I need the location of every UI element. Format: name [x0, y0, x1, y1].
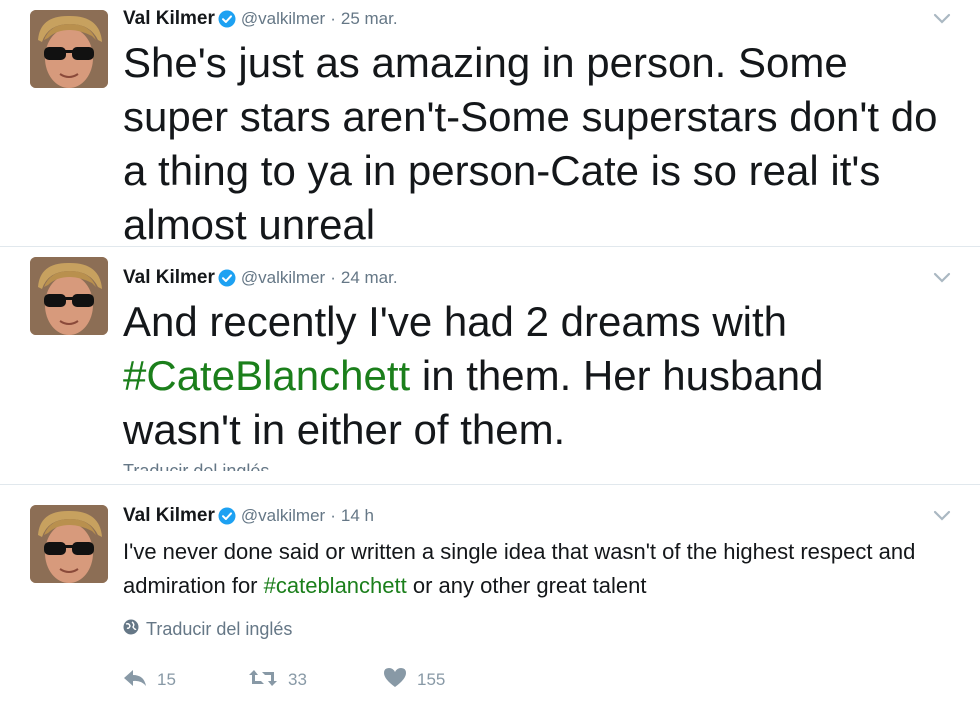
separator: · [330, 506, 336, 525]
tweet-1[interactable]: Val Kilmer @valkilmer · 25 mar. She's ju… [0, 0, 980, 240]
timestamp[interactable]: 14 h [341, 506, 374, 526]
hashtag-link[interactable]: #CateBlanchett [123, 352, 410, 399]
tweet-3[interactable]: Val Kilmer @valkilmer · 14 h I've never … [0, 484, 980, 716]
separator: · [330, 268, 336, 287]
tweet-header: Val Kilmer @valkilmer · 14 h [123, 505, 374, 527]
tweet-text: And recently I've had 2 dreams with #Cat… [123, 295, 943, 457]
verified-badge-icon [218, 507, 236, 525]
chevron-down-icon[interactable] [932, 271, 952, 285]
author-handle[interactable]: @valkilmer [241, 9, 325, 29]
translate-link-partial[interactable]: Traducir del inglés [123, 461, 269, 471]
chevron-down-icon[interactable] [932, 12, 952, 26]
like-button[interactable]: 155 [383, 667, 445, 693]
tweet-header: Val Kilmer @valkilmer · 25 mar. [123, 8, 398, 30]
timestamp[interactable]: 24 mar. [341, 268, 398, 288]
avatar[interactable] [30, 10, 108, 88]
avatar[interactable] [30, 257, 108, 335]
author-handle[interactable]: @valkilmer [241, 268, 325, 288]
author-name[interactable]: Val Kilmer [123, 8, 215, 30]
tweet-header: Val Kilmer @valkilmer · 24 mar. [123, 267, 398, 289]
reply-count: 15 [157, 670, 176, 689]
author-handle[interactable]: @valkilmer [241, 506, 325, 526]
separator: · [330, 9, 336, 28]
globe-icon [123, 619, 139, 640]
text-part: or any other great talent [406, 573, 647, 598]
retweet-button[interactable]: 33 [248, 668, 383, 693]
timestamp[interactable]: 25 mar. [341, 9, 398, 29]
text-part: She's just as amazing in person. Some su… [123, 39, 950, 240]
tweet-actions: 15 33 155 [123, 667, 445, 693]
verified-badge-icon [218, 10, 236, 28]
chevron-down-icon[interactable] [932, 509, 952, 523]
tweet-text: I've never done said or written a single… [123, 535, 963, 603]
tweet-2[interactable]: Val Kilmer @valkilmer · 24 mar. And rece… [0, 246, 980, 474]
author-name[interactable]: Val Kilmer [123, 505, 215, 527]
heart-icon [383, 667, 407, 693]
retweet-icon [248, 668, 278, 693]
reply-icon [123, 669, 147, 692]
translate-label: Traducir del inglés [146, 619, 293, 639]
reply-button[interactable]: 15 [123, 669, 248, 692]
text-part: And recently I've had 2 dreams with [123, 298, 799, 345]
retweet-count: 33 [288, 670, 307, 689]
verified-badge-icon [218, 269, 236, 287]
avatar[interactable] [30, 505, 108, 583]
like-count: 155 [417, 670, 446, 689]
translate-link[interactable]: Traducir del inglés [123, 619, 292, 640]
author-name[interactable]: Val Kilmer [123, 267, 215, 289]
tweet-text: She's just as amazing in person. Some su… [123, 36, 943, 240]
hashtag-link[interactable]: #cateblanchett [264, 573, 407, 598]
